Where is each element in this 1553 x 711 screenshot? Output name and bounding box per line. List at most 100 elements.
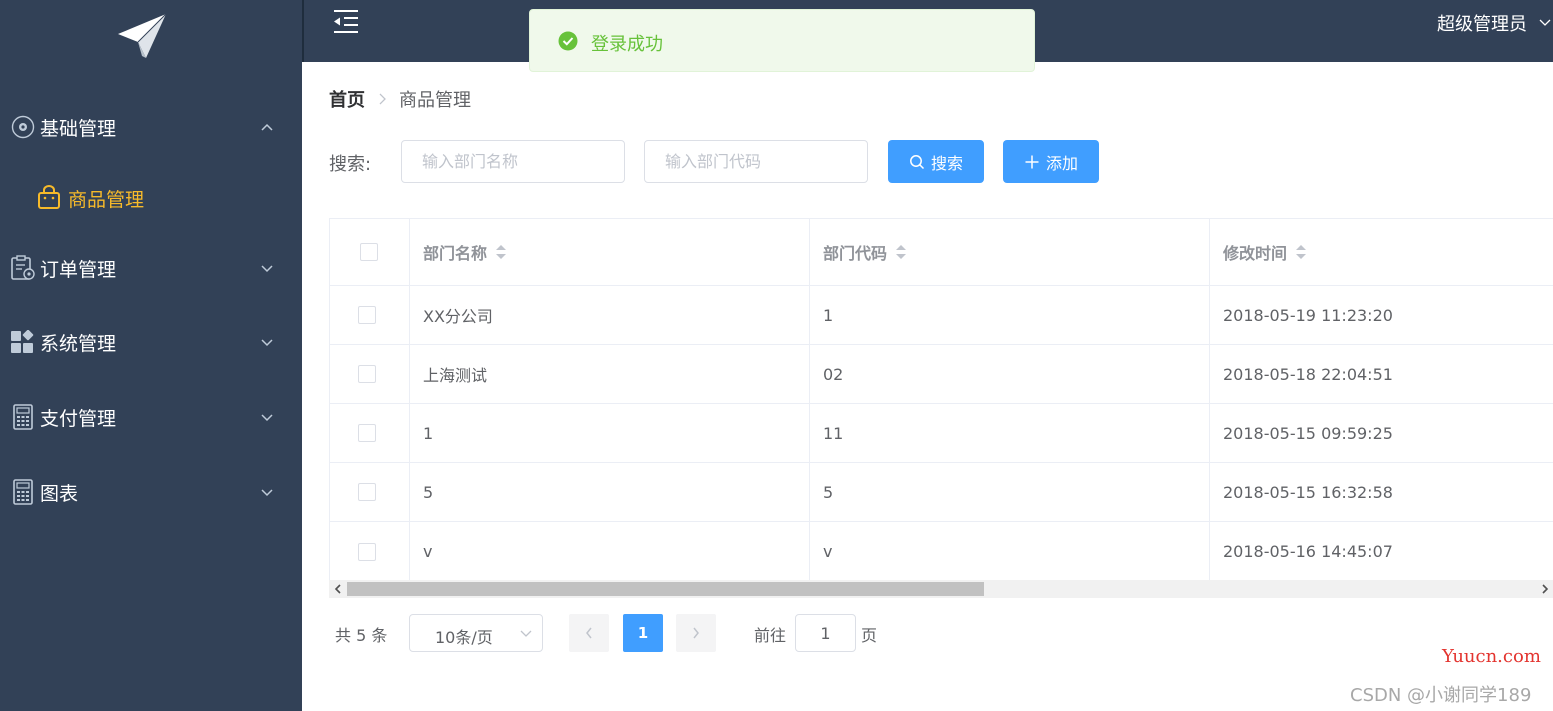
breadcrumb: 首页 商品管理 — [329, 86, 471, 112]
cell-time: 2018-05-15 09:59:25 — [1210, 404, 1553, 462]
column-header-name[interactable]: 部门名称 — [410, 219, 810, 285]
search-icon — [910, 154, 925, 169]
submenu-product-management[interactable]: 商品管理 — [0, 170, 302, 226]
sort-caret-icon[interactable] — [495, 243, 507, 261]
cell-name: v — [410, 522, 810, 581]
chevron-left-icon — [586, 627, 592, 639]
sidebar: 基础管理 商品管理 订单管理 系统管理 支付管理 图表 — [0, 0, 302, 711]
submenu-label: 商品管理 — [68, 188, 145, 211]
column-header-label: 部门代码 — [823, 244, 888, 263]
table-row: v v 2018-05-16 14:45:07 — [330, 522, 1553, 581]
scroll-right-icon[interactable] — [1539, 583, 1551, 595]
shopping-bag-icon — [38, 185, 60, 209]
row-select-cell — [330, 404, 410, 462]
column-header-time[interactable]: 修改时间 — [1210, 219, 1553, 285]
cell-time: 2018-05-16 14:45:07 — [1210, 522, 1553, 581]
department-name-input[interactable] — [401, 140, 625, 183]
cell-code: 11 — [810, 404, 1210, 462]
row-checkbox[interactable] — [358, 365, 376, 383]
search-label: 搜索: — [329, 154, 372, 175]
chevron-down-icon — [261, 339, 273, 347]
cell-name: 上海测试 — [410, 345, 810, 403]
menu-order-management[interactable]: 订单管理 — [0, 240, 302, 296]
data-table: 部门名称 部门代码 修改时间 XX分公司 1 2018-05-19 11:23:… — [329, 218, 1553, 581]
breadcrumb-home[interactable]: 首页 — [329, 86, 365, 112]
chevron-right-icon — [693, 627, 699, 639]
username-dropdown[interactable]: 超级管理员 — [1437, 10, 1527, 36]
chevron-down-icon — [261, 489, 273, 497]
cell-time: 2018-05-15 16:32:58 — [1210, 463, 1553, 521]
goto-page-input[interactable] — [795, 614, 856, 652]
cell-code: 02 — [810, 345, 1210, 403]
plus-icon — [1025, 155, 1039, 168]
column-header-label: 修改时间 — [1223, 244, 1288, 263]
menu-label: 订单管理 — [40, 258, 117, 281]
sort-caret-icon[interactable] — [895, 243, 907, 261]
row-checkbox[interactable] — [358, 483, 376, 501]
table-row: 5 5 2018-05-15 16:32:58 — [330, 463, 1553, 522]
row-checkbox[interactable] — [358, 306, 376, 324]
menu-label: 支付管理 — [40, 407, 117, 430]
grid-icon — [10, 329, 36, 355]
table-row: 1 11 2018-05-15 09:59:25 — [330, 404, 1553, 463]
table-header-row: 部门名称 部门代码 修改时间 — [330, 219, 1553, 286]
select-all-cell — [330, 219, 410, 285]
add-button-label: 添加 — [1045, 153, 1078, 173]
select-all-checkbox[interactable] — [360, 243, 378, 261]
gear-circle-icon — [10, 114, 36, 140]
prev-page-button[interactable] — [569, 614, 609, 652]
page-number-active[interactable]: 1 — [623, 614, 663, 652]
cell-code: v — [810, 522, 1210, 581]
row-checkbox[interactable] — [358, 542, 376, 561]
menu-charts[interactable]: 图表 — [0, 464, 302, 520]
success-check-icon — [558, 31, 578, 51]
cell-code: 5 — [810, 463, 1210, 521]
goto-unit: 页 — [861, 626, 878, 645]
row-select-cell — [330, 463, 410, 521]
row-checkbox[interactable] — [358, 424, 376, 442]
cell-name: 5 — [410, 463, 810, 521]
paper-plane-logo-icon — [118, 13, 167, 58]
horizontal-scrollbar[interactable] — [329, 580, 1553, 598]
column-header-code[interactable]: 部门代码 — [810, 219, 1210, 285]
row-select-cell — [330, 522, 410, 581]
department-code-input[interactable] — [644, 140, 868, 183]
page-size-select[interactable]: 10条/页 — [409, 614, 543, 652]
breadcrumb-current: 商品管理 — [399, 90, 471, 111]
chevron-up-icon — [261, 123, 273, 131]
chevron-down-icon[interactable] — [1539, 16, 1551, 28]
page-size-value: 10条/页 — [435, 628, 493, 647]
scroll-left-icon[interactable] — [332, 583, 344, 595]
calculator-icon — [10, 479, 36, 505]
calculator-icon — [10, 404, 36, 430]
next-page-button[interactable] — [676, 614, 716, 652]
cell-time: 2018-05-19 11:23:20 — [1210, 286, 1553, 344]
scrollbar-thumb[interactable] — [347, 582, 984, 596]
sort-caret-icon[interactable] — [1295, 243, 1307, 261]
collapse-menu-icon[interactable] — [332, 8, 360, 36]
site-watermark: Yuucn.com — [1442, 646, 1541, 667]
search-button-label: 搜索 — [930, 153, 963, 173]
table-row: XX分公司 1 2018-05-19 11:23:20 — [330, 286, 1553, 345]
menu-payment-management[interactable]: 支付管理 — [0, 389, 302, 445]
column-header-label: 部门名称 — [423, 244, 488, 263]
clipboard-icon — [10, 255, 36, 281]
cell-name: XX分公司 — [410, 286, 810, 344]
goto-label: 前往 — [754, 626, 787, 645]
menu-system-management[interactable]: 系统管理 — [0, 314, 302, 370]
row-select-cell — [330, 286, 410, 344]
author-watermark: CSDN @小谢同学189 — [1350, 685, 1532, 706]
add-button[interactable]: 添加 — [1003, 140, 1099, 183]
table-row: 上海测试 02 2018-05-18 22:04:51 — [330, 345, 1553, 404]
menu-label: 基础管理 — [40, 117, 117, 140]
chevron-down-icon — [520, 630, 532, 637]
cell-code: 1 — [810, 286, 1210, 344]
cell-name: 1 — [410, 404, 810, 462]
menu-label: 系统管理 — [40, 332, 117, 355]
cell-time: 2018-05-18 22:04:51 — [1210, 345, 1553, 403]
search-button[interactable]: 搜索 — [888, 140, 984, 183]
menu-basic-management[interactable]: 基础管理 — [0, 99, 302, 155]
chevron-right-icon — [379, 93, 386, 105]
toast-message: 登录成功 — [591, 34, 663, 55]
row-select-cell — [330, 345, 410, 403]
